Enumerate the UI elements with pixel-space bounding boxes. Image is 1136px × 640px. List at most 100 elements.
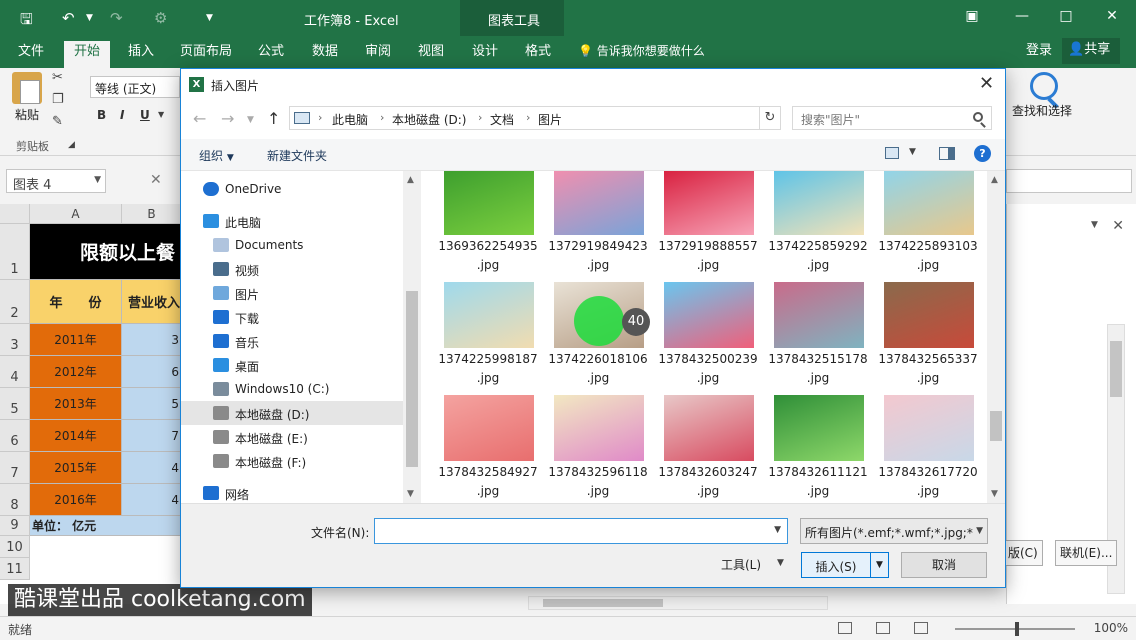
dialog-close-icon[interactable]: ✕	[979, 73, 994, 94]
select-all-corner[interactable]	[0, 204, 30, 224]
nav-item[interactable]: Windows10 (C:)	[181, 377, 403, 401]
tab-formulas[interactable]: 公式	[248, 41, 294, 68]
horizontal-scroll-thumb[interactable]	[543, 599, 663, 607]
clipboard-launcher-icon[interactable]: ◢	[68, 140, 75, 150]
column-header-b[interactable]: B	[122, 204, 182, 224]
pane-dropdown-icon[interactable]: ▼	[1091, 220, 1098, 230]
nav-item[interactable]: 桌面	[181, 353, 403, 377]
image-thumbnail[interactable]	[444, 395, 534, 461]
image-thumbnail[interactable]	[554, 171, 644, 235]
filename-input[interactable]: ▼	[374, 518, 788, 544]
undo-icon[interactable]: ↶	[62, 9, 75, 27]
file-scrollbar[interactable]: ▲ ▼	[987, 171, 1005, 503]
underline-button[interactable]: U	[140, 108, 150, 122]
breadcrumb-this-pc[interactable]: 此电脑	[332, 111, 368, 128]
row-header[interactable]: 10	[0, 536, 30, 558]
image-thumbnail[interactable]	[884, 171, 974, 235]
image-thumbnail[interactable]	[884, 282, 974, 348]
breadcrumb-drive-d[interactable]: 本地磁盘 (D:)	[392, 111, 466, 128]
row-header[interactable]: 5	[0, 388, 30, 420]
tab-insert[interactable]: 插入	[118, 41, 164, 68]
search-box[interactable]: 搜索"图片"	[792, 106, 992, 130]
undo-dropdown-icon[interactable]: ▼	[86, 13, 93, 23]
copy-icon[interactable]: ❐	[52, 92, 64, 107]
row-header[interactable]: 3	[0, 324, 30, 356]
scroll-up-icon[interactable]: ▲	[991, 175, 998, 185]
format-painter-icon[interactable]: ✎	[52, 114, 63, 129]
new-folder-button[interactable]: 新建文件夹	[267, 147, 327, 164]
navigation-scrollbar[interactable]: ▲ ▼	[403, 171, 421, 503]
navigation-scroll-thumb[interactable]	[406, 291, 418, 467]
scroll-up-icon[interactable]: ▲	[407, 175, 414, 185]
tab-data[interactable]: 数据	[302, 41, 348, 68]
find-icon[interactable]	[1030, 72, 1058, 100]
file-item[interactable]: 1378432611121 .jpg	[763, 395, 868, 503]
tab-review[interactable]: 审阅	[355, 41, 401, 68]
page-break-view-icon[interactable]	[914, 622, 928, 634]
breadcrumb-separator[interactable]: ›	[318, 111, 322, 124]
year-cell[interactable]: 2012年	[30, 356, 122, 388]
forward-arrow-icon[interactable]: →	[221, 109, 234, 128]
year-cell[interactable]: 2015年	[30, 452, 122, 484]
save-icon[interactable]: 🖫	[20, 9, 33, 34]
file-item[interactable]: 1378432603247 .jpg	[653, 395, 758, 503]
preview-pane-icon[interactable]	[939, 147, 955, 160]
nav-item[interactable]: 图片	[181, 281, 403, 305]
zoom-level[interactable]: 100%	[1094, 621, 1128, 635]
tab-format[interactable]: 格式	[515, 41, 561, 68]
image-thumbnail[interactable]	[554, 395, 644, 461]
nav-item[interactable]: 网络	[181, 481, 403, 505]
pane-button-online[interactable]: 联机(E)...	[1055, 540, 1118, 566]
row-header[interactable]: 9	[0, 516, 30, 536]
file-item[interactable]: 1378432596118 .jpg	[543, 395, 648, 503]
pane-close-icon[interactable]: ✕	[1112, 218, 1124, 234]
redo-icon[interactable]: ↷	[110, 9, 123, 27]
font-name-box[interactable]: 等线 (正文)	[90, 76, 180, 98]
file-item[interactable]: 1378432617720 .jpg	[873, 395, 978, 503]
image-thumbnail[interactable]	[664, 282, 754, 348]
insert-options-dropdown-icon[interactable]: ▼	[870, 553, 888, 577]
file-item[interactable]: 1372919888557 .jpg	[653, 171, 758, 277]
underline-dropdown-icon[interactable]: ▼	[158, 110, 164, 119]
image-thumbnail[interactable]	[884, 395, 974, 461]
file-item[interactable]: 1372919849423 .jpg	[543, 171, 648, 277]
close-icon[interactable]: ✕	[1102, 8, 1122, 24]
tools-dropdown-icon[interactable]: ▼	[777, 558, 784, 568]
bold-button[interactable]: B	[97, 108, 106, 122]
file-item[interactable]: 1369362254935 .jpg	[433, 171, 538, 277]
image-thumbnail[interactable]	[774, 282, 864, 348]
image-thumbnail[interactable]	[774, 395, 864, 461]
view-dropdown-icon[interactable]: ▼	[909, 147, 916, 157]
organize-button[interactable]: 组织 ▼	[199, 147, 234, 164]
name-box-dropdown-icon[interactable]: ▼	[94, 175, 101, 185]
breadcrumb-pictures[interactable]: 图片	[538, 111, 562, 128]
find-select-button[interactable]: 查找和选择	[1012, 102, 1072, 119]
tab-page-layout[interactable]: 页面布局	[170, 41, 242, 68]
cancel-button[interactable]: 取消	[901, 552, 987, 578]
back-arrow-icon[interactable]: ←	[193, 109, 206, 128]
nav-item[interactable]: Documents	[181, 233, 403, 257]
row-header[interactable]: 8	[0, 484, 30, 516]
file-item[interactable]: 1374225893103 .jpg	[873, 171, 978, 277]
tab-file[interactable]: 文件	[8, 41, 54, 68]
value-cell[interactable]: 7	[122, 420, 182, 452]
formula-input[interactable]	[1006, 169, 1132, 193]
year-cell[interactable]: 2016年	[30, 484, 122, 516]
page-layout-view-icon[interactable]	[876, 622, 890, 634]
file-item[interactable]: 1378432565337 .jpg	[873, 282, 978, 390]
image-thumbnail[interactable]	[444, 282, 534, 348]
nav-item[interactable]: OneDrive	[181, 177, 403, 201]
row-header[interactable]: 6	[0, 420, 30, 452]
year-cell[interactable]: 2013年	[30, 388, 122, 420]
header-cell-year[interactable]: 年 份	[30, 280, 122, 324]
row-header[interactable]: 7	[0, 452, 30, 484]
tab-view[interactable]: 视图	[408, 41, 454, 68]
horizontal-scrollbar[interactable]	[528, 596, 828, 610]
breadcrumb-separator[interactable]: ›	[478, 111, 482, 124]
nav-item[interactable]: 音乐	[181, 329, 403, 353]
image-thumbnail[interactable]	[664, 171, 754, 235]
paste-button[interactable]: 粘贴	[8, 72, 46, 123]
nav-item[interactable]: 本地磁盘 (E:)	[181, 425, 403, 449]
italic-button[interactable]: I	[120, 108, 124, 122]
normal-view-icon[interactable]	[838, 622, 852, 634]
